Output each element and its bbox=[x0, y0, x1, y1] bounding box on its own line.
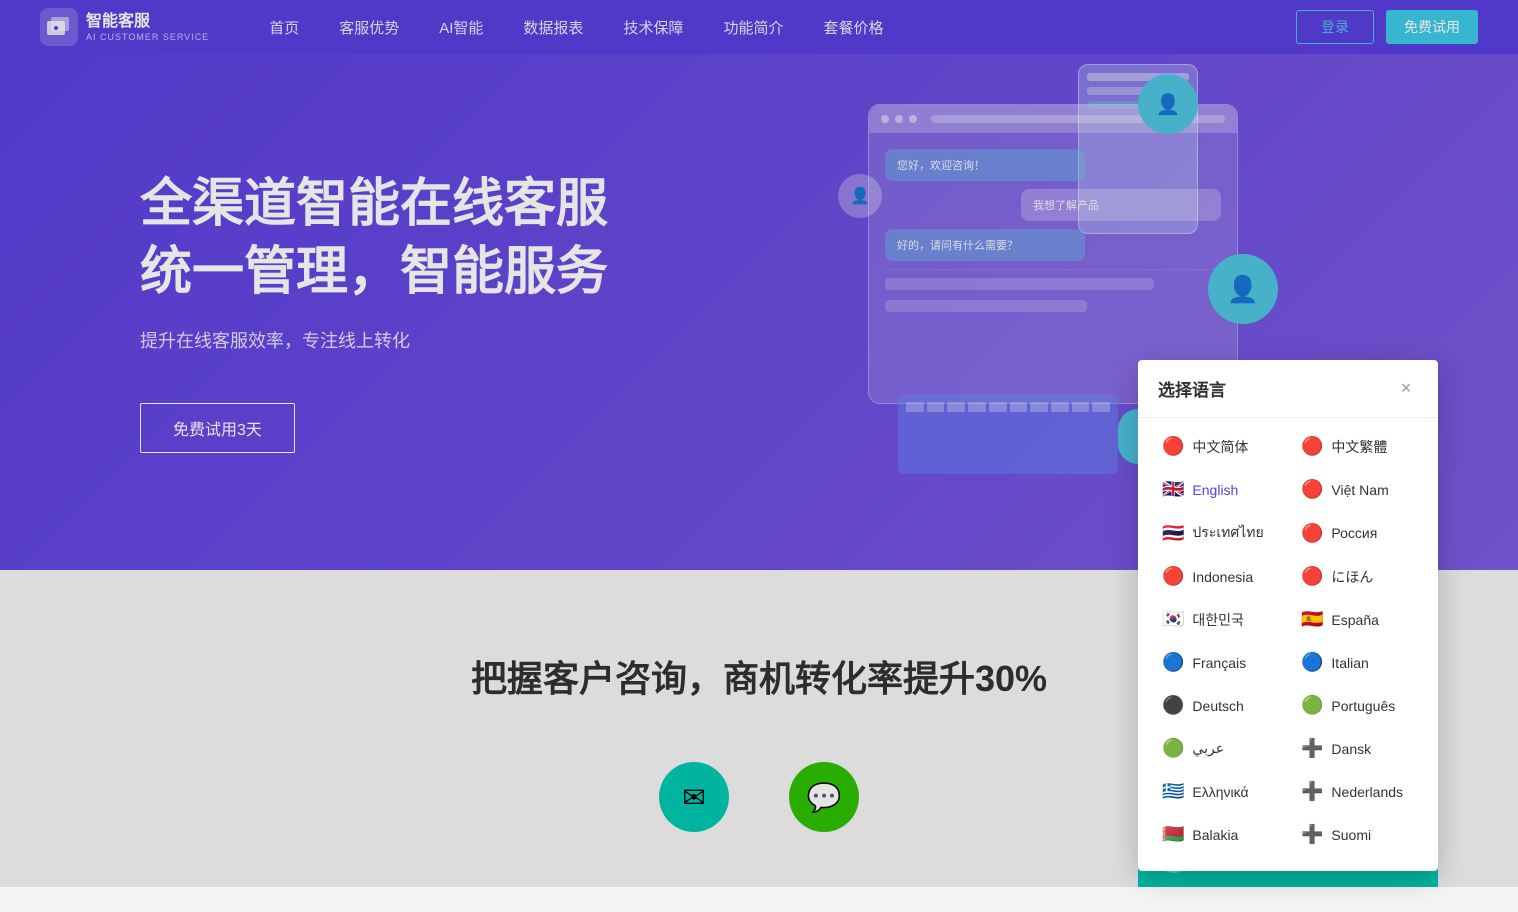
english-label: English bbox=[1192, 482, 1238, 498]
lang-dialog-title: 选择语言 bbox=[1158, 376, 1226, 401]
lang-item-korea[interactable]: 🇰🇷 대한민국 bbox=[1150, 599, 1287, 640]
spain-label: España bbox=[1331, 612, 1378, 628]
korea-flag: 🇰🇷 bbox=[1162, 609, 1184, 630]
lang-item-balakia[interactable]: 🇧🇾 Balakia bbox=[1150, 814, 1287, 855]
zh-trad-label: 中文繁體 bbox=[1331, 437, 1387, 457]
lang-item-dutch[interactable]: ➕ Nederlands bbox=[1289, 771, 1426, 812]
vietnam-label: Việt Nam bbox=[1331, 482, 1388, 498]
lang-item-suomi[interactable]: ➕ Suomi bbox=[1289, 814, 1426, 855]
zh-trad-flag: 🔴 bbox=[1301, 436, 1323, 457]
italian-flag: 🔵 bbox=[1301, 652, 1323, 673]
balakia-flag: 🇧🇾 bbox=[1162, 824, 1184, 845]
german-flag: ⚫ bbox=[1162, 695, 1184, 716]
italian-label: Italian bbox=[1331, 655, 1368, 671]
german-label: Deutsch bbox=[1192, 698, 1243, 714]
language-grid: 🔴 中文简体 🔴 中文繁體 🇬🇧 English 🔴 Việt Nam 🇹🇭 ป… bbox=[1138, 418, 1438, 871]
indonesia-label: Indonesia bbox=[1192, 569, 1253, 585]
lang-item-indonesia[interactable]: 🔴 Indonesia bbox=[1150, 556, 1287, 597]
lang-item-russia[interactable]: 🔴 Россия bbox=[1289, 512, 1426, 554]
thai-flag: 🇹🇭 bbox=[1162, 523, 1184, 544]
lang-item-thai[interactable]: 🇹🇭 ประเทศไทย bbox=[1150, 512, 1287, 554]
lang-dialog-header: 选择语言 × bbox=[1138, 360, 1438, 418]
lang-item-portuguese[interactable]: 🟢 Português bbox=[1289, 685, 1426, 726]
lang-item-japan[interactable]: 🔴 にほん bbox=[1289, 556, 1426, 597]
lang-item-arabic[interactable]: 🟢 عربي bbox=[1150, 728, 1287, 769]
suomi-flag: ➕ bbox=[1301, 824, 1323, 845]
language-dialog: 选择语言 × 🔴 中文简体 🔴 中文繁體 🇬🇧 English 🔴 Việt N… bbox=[1138, 360, 1438, 871]
dutch-label: Nederlands bbox=[1331, 784, 1403, 800]
lang-item-vietnam[interactable]: 🔴 Việt Nam bbox=[1289, 469, 1426, 510]
english-flag: 🇬🇧 bbox=[1162, 479, 1184, 500]
greek-flag: 🇬🇷 bbox=[1162, 781, 1184, 802]
russia-flag: 🔴 bbox=[1301, 523, 1323, 544]
vietnam-flag: 🔴 bbox=[1301, 479, 1323, 500]
korea-label: 대한민국 bbox=[1192, 610, 1244, 630]
danish-label: Dansk bbox=[1331, 741, 1371, 757]
lang-item-greek[interactable]: 🇬🇷 Ελληνικά bbox=[1150, 771, 1287, 812]
lang-item-danish[interactable]: ➕ Dansk bbox=[1289, 728, 1426, 769]
lang-item-french[interactable]: 🔵 Français bbox=[1150, 642, 1287, 683]
japan-flag: 🔴 bbox=[1301, 566, 1323, 587]
lang-item-german[interactable]: ⚫ Deutsch bbox=[1150, 685, 1287, 726]
portuguese-flag: 🟢 bbox=[1301, 695, 1323, 716]
french-flag: 🔵 bbox=[1162, 652, 1184, 673]
balakia-label: Balakia bbox=[1192, 827, 1238, 843]
suomi-label: Suomi bbox=[1331, 827, 1371, 843]
thai-label: ประเทศไทย bbox=[1192, 522, 1263, 544]
zh-simple-flag: 🔴 bbox=[1162, 436, 1184, 457]
lang-item-spain[interactable]: 🇪🇸 España bbox=[1289, 599, 1426, 640]
russia-label: Россия bbox=[1331, 525, 1377, 541]
dutch-flag: ➕ bbox=[1301, 781, 1323, 802]
danish-flag: ➕ bbox=[1301, 738, 1323, 759]
greek-label: Ελληνικά bbox=[1192, 784, 1248, 800]
zh-simple-label: 中文简体 bbox=[1192, 437, 1248, 457]
lang-item-english[interactable]: 🇬🇧 English bbox=[1150, 469, 1287, 510]
lang-item-italian[interactable]: 🔵 Italian bbox=[1289, 642, 1426, 683]
close-dialog-button[interactable]: × bbox=[1394, 377, 1418, 401]
arabic-label: عربي bbox=[1192, 740, 1224, 757]
indonesia-flag: 🔴 bbox=[1162, 566, 1184, 587]
spain-flag: 🇪🇸 bbox=[1301, 609, 1323, 630]
japan-label: にほん bbox=[1331, 567, 1373, 587]
lang-item-zh-simple[interactable]: 🔴 中文简体 bbox=[1150, 426, 1287, 467]
lang-item-zh-trad[interactable]: 🔴 中文繁體 bbox=[1289, 426, 1426, 467]
french-label: Français bbox=[1192, 655, 1246, 671]
arabic-flag: 🟢 bbox=[1162, 738, 1184, 759]
portuguese-label: Português bbox=[1331, 698, 1395, 714]
